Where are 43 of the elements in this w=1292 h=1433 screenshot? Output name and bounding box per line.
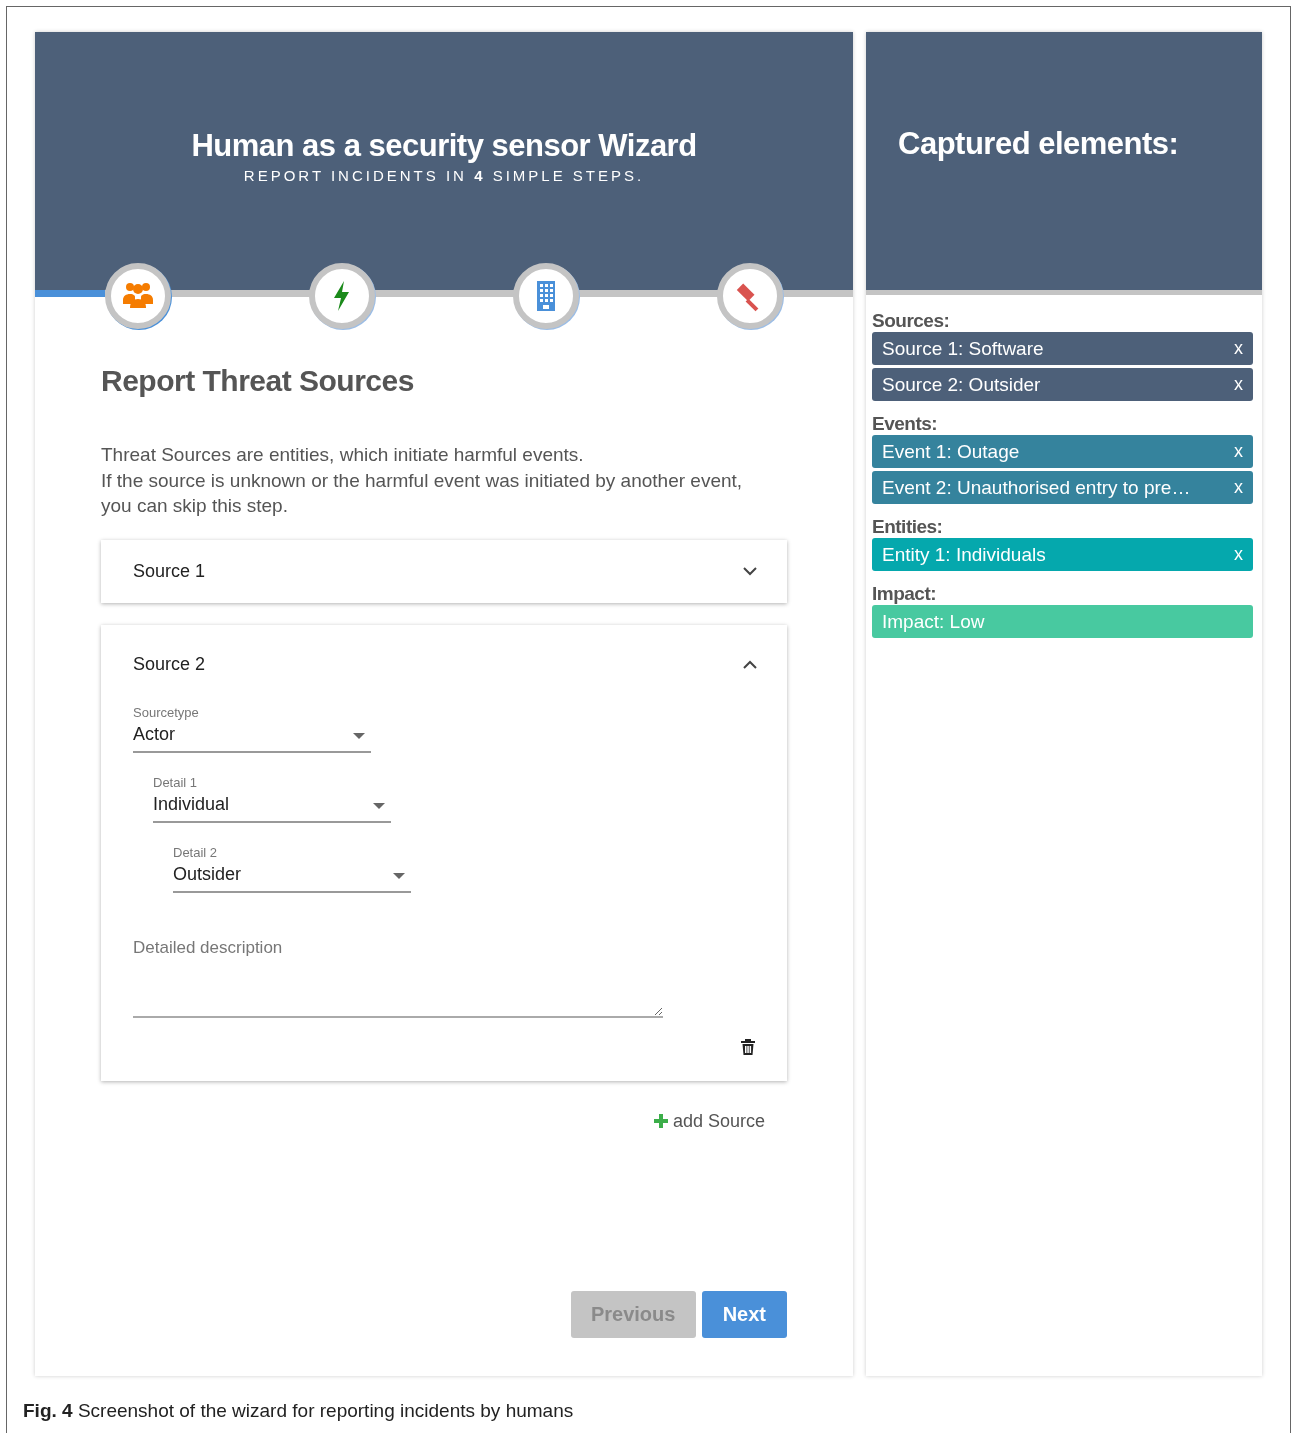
section-label: Sources:: [872, 310, 951, 332]
panel-header[interactable]: Source 1: [101, 539, 787, 603]
select-field[interactable]: Detail 2 Outsider: [173, 844, 411, 893]
intro-text: Threat Sources are entities, which initiate harmful events.: [101, 443, 585, 467]
page-heading: Report Threat Sources: [101, 363, 415, 399]
dropdown-arrow-icon: [393, 872, 405, 879]
wizard-subtitle: REPORT INCIDENTS IN 4 SIMPLE STEPS.: [242, 166, 646, 186]
next-button[interactable]: Next: [701, 1291, 787, 1338]
field-label: Detail 2: [173, 844, 219, 861]
chip-text: Source 2: Outsider: [882, 373, 1041, 396]
field-label: Sourcetype: [133, 704, 200, 721]
remove-button[interactable]: x: [1234, 441, 1243, 462]
chip-text: Impact: Low: [882, 610, 985, 633]
section-label: Entities:: [872, 516, 944, 538]
intro-text: If the source is unknown or the harmful event was initiated by another event, you can skip this step.: [101, 468, 744, 518]
panel-title: Source 1: [133, 560, 206, 582]
section-label: Events:: [872, 413, 939, 435]
select-field[interactable]: Detail 1 Individual: [153, 774, 391, 823]
panel-header[interactable]: Source 2: [101, 624, 787, 705]
chip-text: Entity 1: Individuals: [882, 543, 1046, 566]
remove-button[interactable]: x: [1234, 374, 1243, 395]
chevron-up-icon: [743, 660, 757, 669]
section-label: Impact:: [872, 583, 938, 605]
plus-icon: [653, 1114, 668, 1128]
captured-title: Captured elements:: [898, 125, 1180, 162]
chevron-down-icon: [743, 566, 757, 576]
remove-button[interactable]: x: [1234, 338, 1243, 359]
wizard-title: Human as a security sensor Wizard: [190, 128, 698, 164]
field-value: Actor: [133, 722, 175, 746]
chip-text: Event 2: Unauthorised entry to pre…: [882, 476, 1191, 499]
dropdown-arrow-icon: [353, 732, 365, 739]
dropdown-arrow-icon: [373, 802, 385, 809]
add-source-button[interactable]: add Source: [653, 1110, 765, 1132]
select-field[interactable]: Sourcetype Actor: [133, 704, 371, 753]
trash-icon: [741, 1038, 755, 1055]
figure-caption: Fig. 4 Screenshot of the wizard for reporting incidents by humans: [23, 1400, 575, 1422]
chip-text: Source 1: Software: [882, 337, 1044, 360]
field-value: Individual: [153, 792, 230, 816]
field-label: Detail 1: [153, 774, 199, 791]
field-value: Outsider: [173, 862, 242, 886]
chip-text: Event 1: Outage: [882, 440, 1020, 463]
remove-button[interactable]: x: [1234, 477, 1243, 498]
panel-title: Source 2: [133, 654, 206, 675]
